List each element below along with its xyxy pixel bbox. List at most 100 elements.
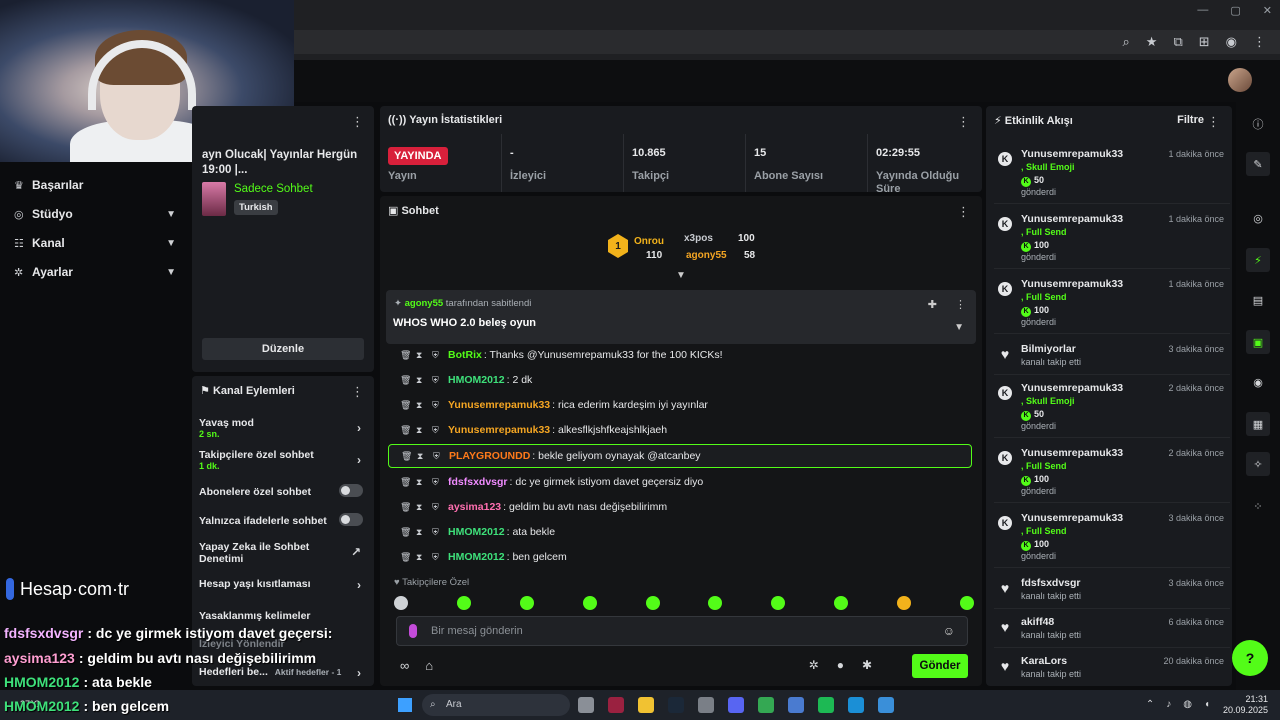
more-icon[interactable]: ⋮ xyxy=(957,204,970,220)
action-slow-mode[interactable]: Yavaş mod 2 sn. › xyxy=(199,417,367,439)
ban-icon[interactable]: ⛨ xyxy=(432,477,448,488)
delete-icon[interactable]: 🗑 xyxy=(401,451,417,462)
extension-icon[interactable]: ⧉ xyxy=(1173,34,1182,50)
app-icon[interactable] xyxy=(878,697,894,713)
action-ai-moderation[interactable]: Yapay Zeka ile Sohbet Denetimi ↗ xyxy=(199,541,361,565)
timeout-icon[interactable]: ⧗ xyxy=(416,425,432,436)
more-icon[interactable]: ⋮ xyxy=(351,384,364,400)
action-followers-only[interactable]: Takipçilere özel sohbet 1 dk. › xyxy=(199,449,367,471)
chat-bubble-icon[interactable]: ▣ xyxy=(1246,330,1270,354)
more-icon[interactable]: ⋮ xyxy=(351,114,364,130)
feed-item-gift[interactable]: K Yunusemrepamuk33 1 dakika önce , Full … xyxy=(994,211,1230,269)
filter-button[interactable]: Filtre xyxy=(1177,114,1204,126)
more-icon[interactable]: ⋮ xyxy=(1207,114,1220,130)
feed-item-gift[interactable]: K Yunusemrepamuk33 2 dakika önce , Full … xyxy=(994,445,1230,503)
taskbar-search[interactable]: Ara xyxy=(422,694,570,716)
emote-icon[interactable] xyxy=(897,596,911,610)
ban-icon[interactable]: ⛨ xyxy=(432,425,448,436)
nav-item-achievements[interactable]: ♛ Başarılar xyxy=(14,174,176,196)
more-icon[interactable]: ⋮ xyxy=(957,114,970,130)
unpin-icon[interactable]: ✚ xyxy=(928,298,937,311)
task-view-icon[interactable] xyxy=(578,697,594,713)
emote-icon[interactable] xyxy=(582,596,597,610)
volume-icon[interactable]: ◖ xyxy=(1204,699,1210,710)
delete-icon[interactable]: 🗑 xyxy=(400,425,416,436)
microphone-icon[interactable] xyxy=(409,624,417,638)
timeout-icon[interactable]: ⧗ xyxy=(416,400,432,411)
avatar[interactable] xyxy=(1228,68,1252,92)
support-chat-button[interactable]: ? xyxy=(1232,640,1268,676)
puzzle-icon[interactable]: ✱ xyxy=(862,658,872,672)
chat-message[interactable]: 🗑 ⧗ ⛨ Yunusemrepamuk33: rica ederim kardeş… xyxy=(388,394,972,416)
feed-item-gift[interactable]: K Yunusemrepamuk33 1 dakika önce , Skull… xyxy=(994,146,1230,204)
app-icon[interactable] xyxy=(698,697,714,713)
timeout-icon[interactable]: ⧗ xyxy=(416,527,432,538)
steam-icon[interactable] xyxy=(668,697,684,713)
app-icon[interactable] xyxy=(788,697,804,713)
close-icon[interactable]: ✕ xyxy=(1263,4,1272,17)
emote-icon[interactable] xyxy=(708,596,723,610)
discord-icon[interactable] xyxy=(728,697,744,713)
ban-icon[interactable]: ⛨ xyxy=(432,527,448,538)
nav-item-settings[interactable]: ✲ Ayarlar ▼ xyxy=(14,261,176,283)
ban-icon[interactable]: ⛨ xyxy=(432,375,448,386)
more-icon[interactable]: ⋮ xyxy=(955,298,966,311)
infinity-icon[interactable]: ∞ xyxy=(400,658,409,673)
emotes-only-toggle[interactable] xyxy=(339,513,363,526)
feed-item-follow[interactable]: ♥ Bilmiyorlar 3 dakika önce kanalı takip… xyxy=(994,341,1230,375)
nav-item-studio[interactable]: ◎ Stüdyo ▼ xyxy=(14,203,176,225)
feed-item-gift[interactable]: K Yunusemrepamuk33 3 dakika önce , Full … xyxy=(994,510,1230,568)
more-icon[interactable]: ⋮ xyxy=(1253,34,1266,50)
spotify-icon[interactable] xyxy=(818,697,834,713)
category-name[interactable]: Sadece Sohbet xyxy=(234,183,313,195)
star-icon[interactable]: ★ xyxy=(1146,34,1158,50)
feed-item-gift[interactable]: K Yunusemrepamuk33 2 dakika önce , Skull… xyxy=(994,380,1230,438)
feed-item-gift[interactable]: K Yunusemrepamuk33 1 dakika önce , Full … xyxy=(994,276,1230,334)
emoji-icon[interactable]: ☺ xyxy=(943,624,955,638)
chrome-icon[interactable] xyxy=(758,697,774,713)
ban-icon[interactable]: ⛨ xyxy=(432,552,448,563)
taskbar-clock[interactable]: 21:31 20.09.2025 xyxy=(1223,694,1268,716)
action-account-age[interactable]: Hesap yaşı kısıtlaması › xyxy=(199,578,367,592)
send-button[interactable]: Gönder xyxy=(912,654,968,678)
chat-message-highlighted[interactable]: 🗑 ⧗ ⛨ PLAYGROUNDD: bekle geliyom oynayak @… xyxy=(388,444,972,468)
apps-icon[interactable]: ⁘ xyxy=(1246,494,1270,518)
nav-item-channel[interactable]: ☷ Kanal ▼ xyxy=(14,232,176,254)
scroll-down-icon[interactable]: ▼ xyxy=(676,270,686,281)
ban-icon[interactable]: ⛨ xyxy=(433,451,449,462)
puzzle-icon[interactable]: ⊞ xyxy=(1199,34,1210,50)
microphone-icon[interactable]: ♪ xyxy=(1166,699,1171,710)
store-icon[interactable]: ⌂ xyxy=(425,658,433,673)
lightning-icon[interactable]: ⚡ xyxy=(1246,248,1270,272)
app-icon[interactable] xyxy=(608,697,624,713)
emote-icon[interactable] xyxy=(394,596,408,610)
emote-icon[interactable] xyxy=(456,596,471,610)
emote-icon[interactable] xyxy=(834,596,849,610)
action-goals[interactable]: Hedefleri be... Aktif hedefler - 1 › xyxy=(199,666,367,680)
network-icon[interactable]: ◍ xyxy=(1183,699,1192,710)
feed-item-follow[interactable]: ♥ KaraLors 20 dakika önce kanalı takip e… xyxy=(994,653,1230,686)
delete-icon[interactable]: 🗑 xyxy=(400,400,416,411)
profile-icon[interactable]: ◉ xyxy=(1226,34,1237,50)
emote-icon[interactable] xyxy=(771,596,786,610)
info-icon[interactable]: ⓘ xyxy=(1246,112,1270,136)
chevron-down-icon[interactable]: ▼ xyxy=(954,322,964,333)
chat-message[interactable]: 🗑 ⧗ ⛨ HMOM2012: 2 dk xyxy=(388,369,972,391)
wrench-icon[interactable]: ✧ xyxy=(1246,452,1270,476)
delete-icon[interactable]: 🗑 xyxy=(400,375,416,386)
timeout-icon[interactable]: ⧗ xyxy=(416,502,432,513)
ban-icon[interactable]: ⛨ xyxy=(432,502,448,513)
chat-message[interactable]: 🗑 ⧗ ⛨ Yunusemrepamuk33: alkesflkjshfkeajsh… xyxy=(388,419,972,441)
layout-icon[interactable]: ▦ xyxy=(1246,412,1270,436)
delete-icon[interactable]: 🗑 xyxy=(400,502,416,513)
edit-icon[interactable]: ✎ xyxy=(1246,152,1270,176)
broadcast-icon[interactable]: ◉ xyxy=(1246,370,1270,394)
chat-message[interactable]: 🗑 ⧗ ⛨ HMOM2012: ben gelcem xyxy=(388,546,972,568)
windows-start-icon[interactable] xyxy=(398,698,412,712)
chat-message[interactable]: 🗑 ⧗ ⛨ BotRix: Thanks @Yunusemrepamuk33 for… xyxy=(388,344,972,366)
emote-icon[interactable] xyxy=(959,596,974,610)
folder-icon[interactable] xyxy=(638,697,654,713)
chat-bubble-icon[interactable]: ● xyxy=(837,658,844,672)
timeout-icon[interactable]: ⧗ xyxy=(416,350,432,361)
document-icon[interactable]: ▤ xyxy=(1246,288,1270,312)
